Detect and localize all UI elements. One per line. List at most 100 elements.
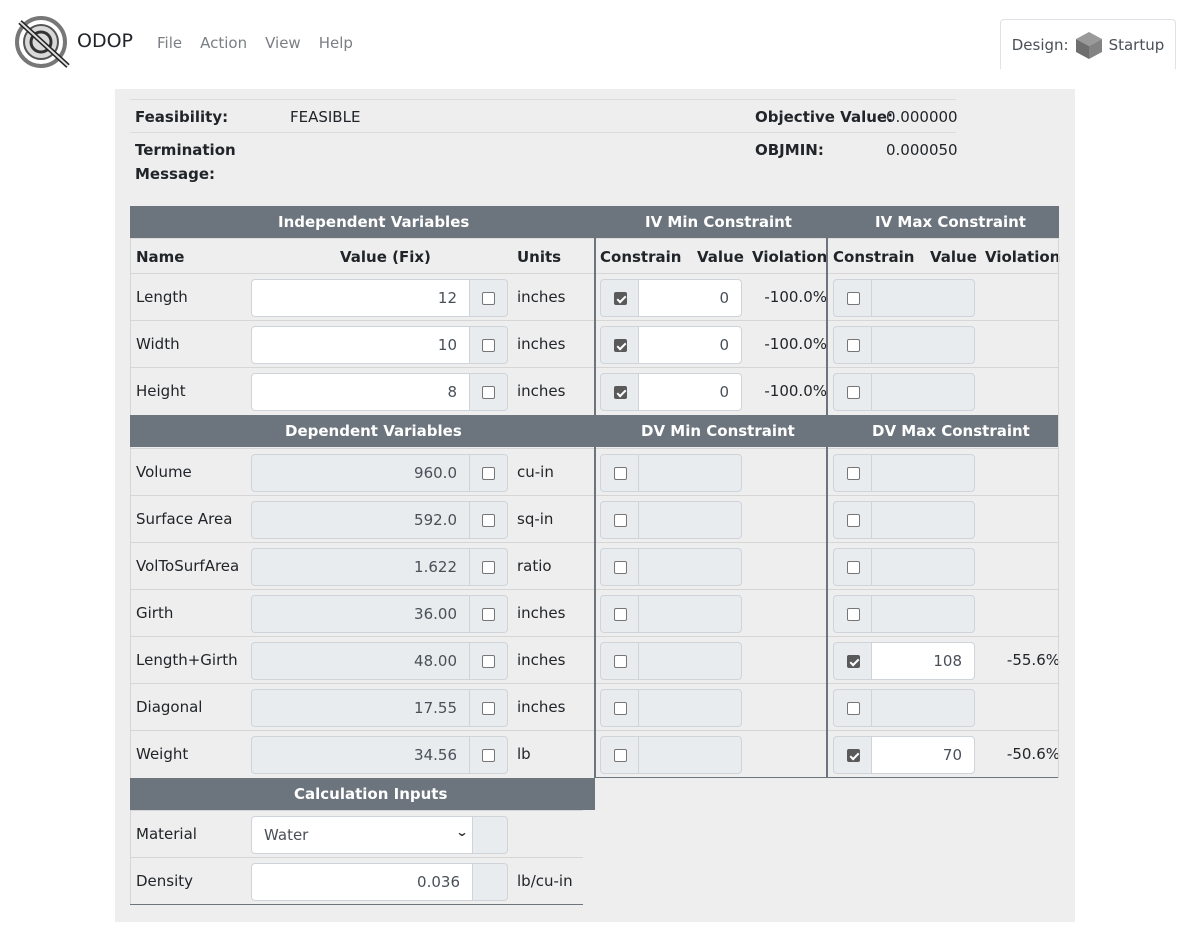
variable-value-input[interactable]: 10 (251, 326, 470, 364)
col-max-violation: Violation (985, 248, 1061, 266)
min-value-input[interactable] (638, 595, 742, 633)
fix-checkbox[interactable] (482, 339, 495, 352)
iv-max-header: IV Max Constraint (875, 213, 1026, 231)
calc-addon (473, 863, 508, 901)
fix-checkbox[interactable] (482, 561, 495, 574)
variable-value-input[interactable]: 36.00 (251, 595, 470, 633)
max-constrain-addon (833, 642, 873, 680)
min-value-input[interactable]: 0 (638, 279, 742, 317)
material-select[interactable]: Water (251, 816, 473, 854)
max-value-input[interactable] (871, 501, 975, 539)
variable-units: inches (517, 651, 566, 669)
min-value-input[interactable]: 0 (638, 373, 742, 411)
max-constrain-addon (833, 454, 873, 492)
min-constrain-checkbox[interactable] (614, 292, 627, 305)
fix-checkbox[interactable] (482, 749, 495, 762)
iv-header-bar: Independent Variables IV Min Constraint … (130, 206, 1059, 238)
col-name: Name (136, 248, 185, 266)
min-value-input[interactable] (638, 501, 742, 539)
fix-checkbox[interactable] (482, 386, 495, 399)
calc-bottom-border (130, 904, 583, 905)
min-constrain-checkbox[interactable] (614, 339, 627, 352)
max-value-input[interactable] (871, 548, 975, 586)
fix-checkbox[interactable] (482, 702, 495, 715)
max-constrain-checkbox[interactable] (847, 292, 860, 305)
min-value-input[interactable] (638, 689, 742, 727)
min-constrain-checkbox[interactable] (614, 749, 627, 762)
min-constrain-checkbox[interactable] (614, 608, 627, 621)
design-tab[interactable]: Design: Startup (1000, 19, 1176, 69)
fix-checkbox[interactable] (482, 608, 495, 621)
min-constrain-checkbox[interactable] (614, 386, 627, 399)
max-constrain-checkbox[interactable] (847, 608, 860, 621)
fix-checkbox[interactable] (482, 655, 495, 668)
menu-help[interactable]: Help (319, 34, 353, 52)
min-constrain-checkbox[interactable] (614, 702, 627, 715)
variable-units: inches (517, 382, 566, 400)
dv-max-header: DV Max Constraint (872, 422, 1030, 440)
max-constrain-checkbox[interactable] (847, 702, 860, 715)
min-violation: -100.0% (764, 288, 827, 306)
variable-value-input[interactable]: 17.55 (251, 689, 470, 727)
min-value-input[interactable] (638, 454, 742, 492)
variable-units: inches (517, 604, 566, 622)
min-value-input[interactable] (638, 736, 742, 774)
min-value-input[interactable]: 0 (638, 326, 742, 364)
min-value-input[interactable] (638, 642, 742, 680)
variable-value-input[interactable]: 960.0 (251, 454, 470, 492)
variable-value-input[interactable]: 592.0 (251, 501, 470, 539)
variable-value-input[interactable]: 8 (251, 373, 470, 411)
menu-action[interactable]: Action (200, 34, 247, 52)
max-constrain-checkbox[interactable] (847, 386, 860, 399)
min-constrain-checkbox[interactable] (614, 467, 627, 480)
min-value-input[interactable] (638, 548, 742, 586)
table-row: Density 0.036 lb/cu-in (130, 857, 583, 904)
status-block: Feasibility: FEASIBLE Objective Value: 0… (130, 99, 958, 192)
variable-name: Volume (136, 463, 192, 481)
max-constrain-addon (833, 689, 873, 727)
min-constrain-checkbox[interactable] (614, 561, 627, 574)
max-value-input[interactable] (871, 326, 975, 364)
density-input[interactable]: 0.036 (251, 863, 473, 901)
max-value-input[interactable]: 108 (871, 642, 975, 680)
variable-value-input[interactable]: 34.56 (251, 736, 470, 774)
iv-header: Independent Variables (278, 213, 470, 231)
min-constrain-addon (600, 454, 640, 492)
variable-value-input[interactable]: 48.00 (251, 642, 470, 680)
variable-units: sq-in (517, 510, 554, 528)
max-constrain-checkbox[interactable] (847, 655, 860, 668)
max-value-input[interactable]: 70 (871, 736, 975, 774)
max-constrain-checkbox[interactable] (847, 467, 860, 480)
menu-file[interactable]: File (157, 34, 182, 52)
max-constrain-checkbox[interactable] (847, 749, 860, 762)
calc-addon (473, 816, 508, 854)
min-constrain-checkbox[interactable] (614, 514, 627, 527)
min-constrain-checkbox[interactable] (614, 655, 627, 668)
max-constrain-checkbox[interactable] (847, 339, 860, 352)
fix-checkbox[interactable] (482, 514, 495, 527)
brand-name[interactable]: ODOP (77, 30, 133, 52)
max-constrain-checkbox[interactable] (847, 561, 860, 574)
variable-value-input[interactable]: 1.622 (251, 548, 470, 586)
max-value-input[interactable] (871, 689, 975, 727)
variable-value-input[interactable]: 12 (251, 279, 470, 317)
max-value-input[interactable] (871, 595, 975, 633)
variable-units: inches (517, 698, 566, 716)
menu-view[interactable]: View (265, 34, 301, 52)
min-constrain-addon (600, 279, 640, 317)
max-value-input[interactable] (871, 279, 975, 317)
min-constrain-addon (600, 501, 640, 539)
fix-checkbox[interactable] (482, 467, 495, 480)
col-min-constrain: Constrain (600, 248, 682, 266)
max-violation: -55.6% (1006, 651, 1060, 669)
table-row: Material Water ⌄ (130, 810, 583, 857)
fix-checkbox[interactable] (482, 292, 495, 305)
fix-addon (470, 642, 508, 680)
max-constrain-addon (833, 501, 873, 539)
max-value-input[interactable] (871, 454, 975, 492)
max-constrain-checkbox[interactable] (847, 514, 860, 527)
odop-logo-icon[interactable] (12, 14, 76, 70)
max-value-input[interactable] (871, 373, 975, 411)
col-value-fix: Value (Fix) (340, 248, 431, 266)
iv-max-separator (826, 238, 828, 415)
